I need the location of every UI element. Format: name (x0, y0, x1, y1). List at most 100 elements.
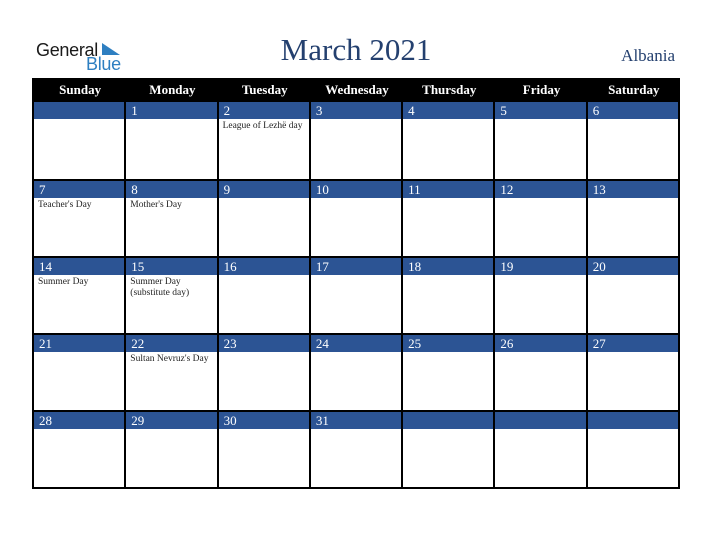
day-cell[interactable]: 12 (495, 179, 588, 256)
day-cell[interactable]: 17 (310, 256, 404, 333)
day-cell[interactable]: 4 (403, 102, 496, 179)
day-number (34, 102, 125, 119)
day-cell[interactable]: 11 (403, 179, 496, 256)
day-number: 21 (34, 335, 125, 352)
day-number: 27 (587, 335, 678, 352)
day-cell[interactable] (34, 102, 127, 179)
holiday-label (495, 352, 584, 354)
day-cell[interactable]: 23 (218, 333, 311, 410)
day-cell[interactable]: 14 Summer Day (34, 256, 127, 333)
day-cell[interactable]: 7 Teacher's Day (34, 179, 127, 256)
holiday-label (34, 429, 123, 431)
day-number: 26 (495, 335, 586, 352)
weekday-sunday: Sunday (59, 82, 102, 97)
holiday-label (588, 352, 677, 354)
day-cell[interactable]: 19 (495, 256, 588, 333)
week-row: 28 29 30 31 (34, 410, 680, 487)
day-number: 15 (126, 258, 217, 275)
holiday-label (495, 429, 584, 431)
day-cell[interactable]: 20 (587, 256, 680, 333)
month-title: March 2021 (280, 32, 432, 67)
day-cell[interactable]: 5 (495, 102, 588, 179)
week-row: 1 2 League of Lezhë day 3 4 5 6 (34, 102, 680, 179)
holiday-label (403, 275, 492, 277)
day-cell[interactable]: 26 (495, 333, 588, 410)
day-cell[interactable]: 1 (126, 102, 219, 179)
weekday-header: Sunday Monday Tuesday Wednesday Thursday Frid… (34, 78, 680, 102)
week-row: 7 Teacher's Day 8 Mother's Day 9 10 11 12 13 (34, 179, 680, 256)
day-cell[interactable]: 3 (310, 102, 404, 179)
day-cell[interactable]: 15 Summer Day (substitute day) (126, 256, 219, 333)
day-number: 14 (34, 258, 125, 275)
holiday-label (311, 119, 400, 121)
holiday-label (219, 429, 308, 431)
week-row: 21 22 Sultan Nevruz's Day 23 24 25 26 27 (34, 333, 680, 410)
holiday-label (219, 198, 308, 200)
holiday-label (403, 352, 492, 354)
day-number: 11 (403, 181, 494, 198)
holiday-label: Mother's Day (130, 200, 182, 210)
day-number: 7 (34, 181, 125, 198)
day-cell[interactable]: 9 (218, 179, 311, 256)
weekday-friday: Friday (522, 82, 561, 97)
holiday-label: Summer Day (38, 277, 89, 287)
day-number: 24 (310, 335, 402, 352)
day-number: 5 (495, 102, 586, 119)
holiday-label (311, 198, 400, 200)
holiday-label (311, 275, 400, 277)
holiday-label (495, 198, 584, 200)
day-number: 29 (126, 412, 217, 429)
day-cell[interactable]: 25 (403, 333, 496, 410)
holiday-label: League of Lezhë day (222, 121, 303, 131)
country-label: Albania (621, 46, 675, 65)
day-number: 30 (218, 412, 309, 429)
day-number: 31 (310, 412, 402, 429)
day-cell[interactable]: 6 (587, 102, 680, 179)
day-number: 3 (310, 102, 402, 119)
day-cell[interactable]: 13 (587, 179, 680, 256)
day-cell[interactable]: 30 (218, 410, 311, 487)
day-number: 8 (126, 181, 217, 198)
holiday-label (588, 275, 677, 277)
day-cell[interactable] (587, 410, 680, 487)
holiday-label (219, 275, 308, 277)
holiday-label (403, 429, 492, 431)
day-cell[interactable]: 8 Mother's Day (126, 179, 219, 256)
day-cell[interactable]: 29 (126, 410, 219, 487)
calendar-grid: Sunday Monday Tuesday Wednesday Thursday Frid… (32, 78, 680, 489)
holiday-label (34, 352, 123, 354)
day-cell[interactable]: 22 Sultan Nevruz's Day (126, 333, 219, 410)
day-number (403, 412, 494, 429)
day-number: 16 (218, 258, 309, 275)
day-number: 18 (403, 258, 494, 275)
day-number: 20 (587, 258, 678, 275)
day-cell[interactable]: 18 (403, 256, 496, 333)
day-cell[interactable]: 10 (310, 179, 404, 256)
holiday-label (311, 352, 400, 354)
day-number (587, 412, 678, 429)
weekday-monday: Monday (149, 82, 196, 97)
day-cell[interactable]: 24 (310, 333, 404, 410)
day-number: 2 (218, 102, 309, 119)
holiday-label (34, 119, 123, 121)
day-cell[interactable]: 2 League of Lezhë day (218, 102, 311, 179)
holiday-label (126, 119, 215, 121)
holiday-label: Teacher's Day (38, 200, 92, 210)
holiday-label (311, 429, 400, 431)
day-cell[interactable] (495, 410, 588, 487)
weekday-thursday: Thursday (422, 82, 477, 97)
holiday-label (588, 429, 677, 431)
day-cell[interactable]: 28 (34, 410, 127, 487)
holiday-label (495, 119, 584, 121)
day-cell[interactable]: 31 (310, 410, 404, 487)
day-number: 1 (126, 102, 217, 119)
weekday-tuesday: Tuesday (241, 82, 288, 97)
day-cell[interactable]: 21 (34, 333, 127, 410)
day-cell[interactable]: 16 (218, 256, 311, 333)
day-cell[interactable] (403, 410, 496, 487)
holiday-label (495, 275, 584, 277)
day-cell[interactable]: 27 (587, 333, 680, 410)
day-number: 4 (403, 102, 494, 119)
day-number: 6 (587, 102, 678, 119)
holiday-label (219, 352, 308, 354)
